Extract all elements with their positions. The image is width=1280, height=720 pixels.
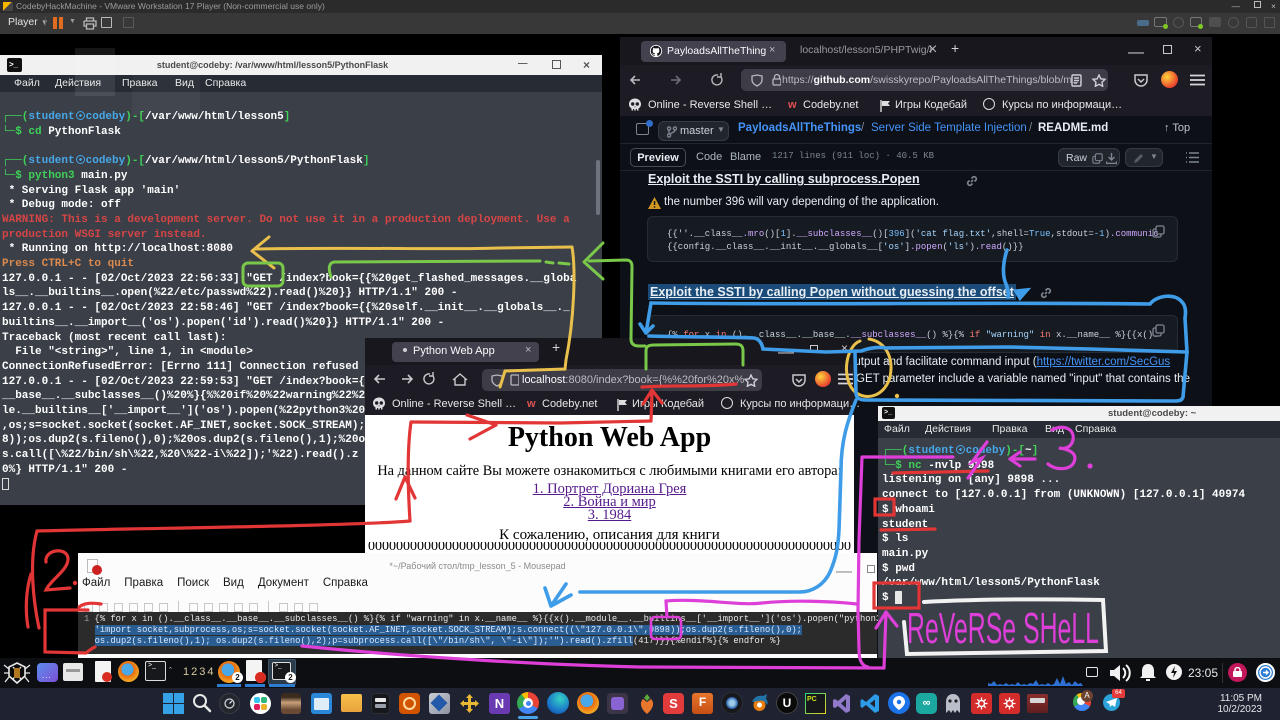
svg-text:ReVeRSe SHeLL: ReVeRSe SHeLL bbox=[907, 604, 1099, 653]
